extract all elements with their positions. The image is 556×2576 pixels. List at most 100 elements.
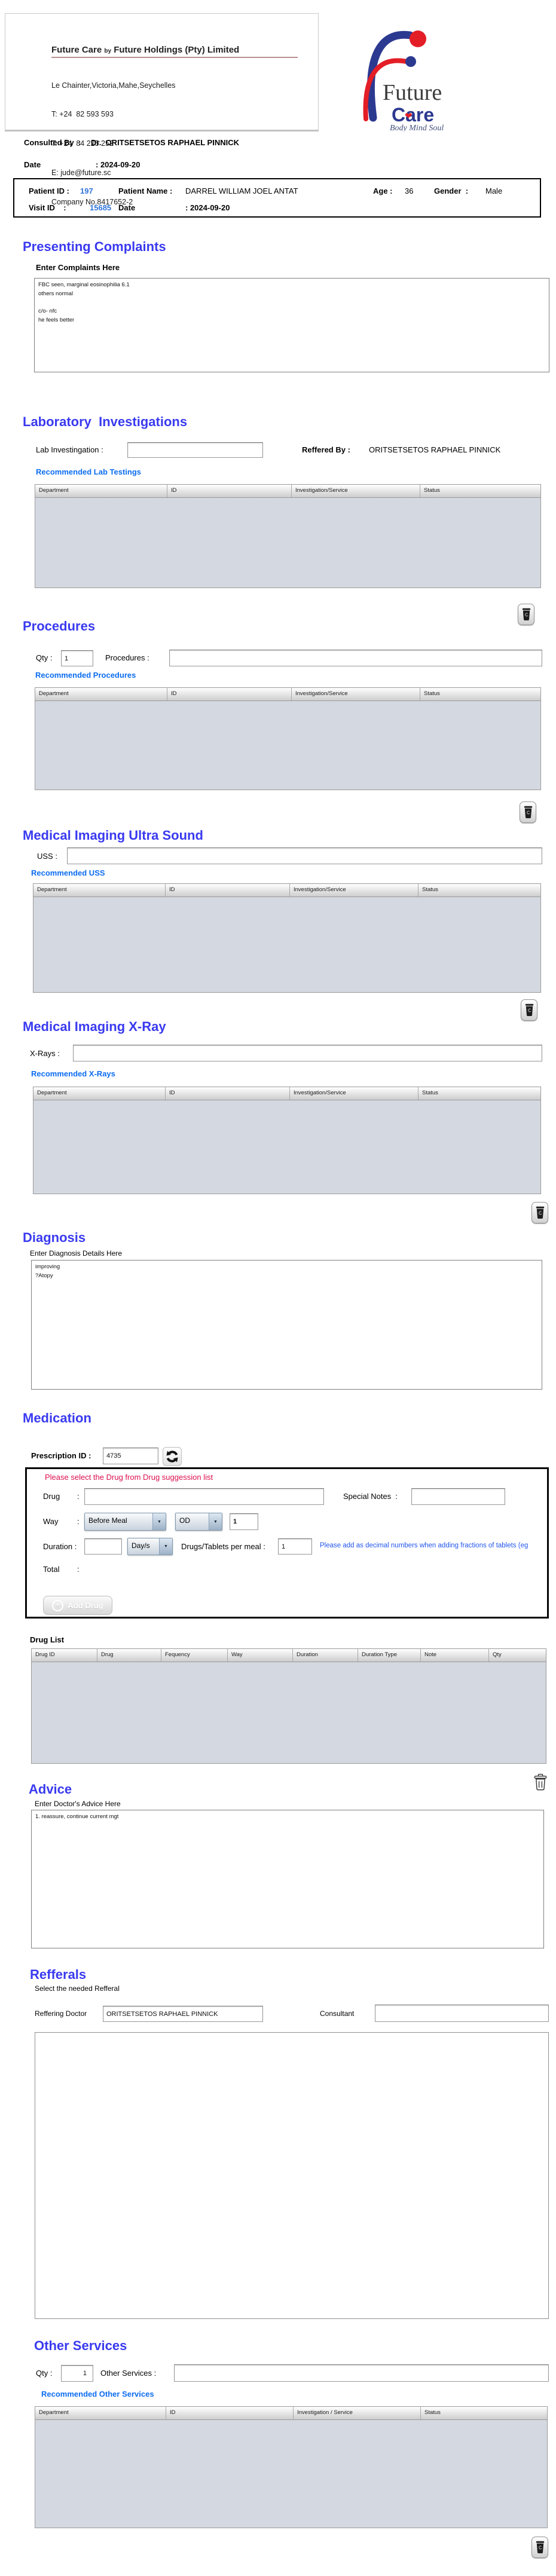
recommended-procedures-link[interactable]: Recommended Procedures	[35, 671, 136, 680]
uss-delete-button[interactable]	[521, 999, 537, 1021]
per-meal-label: Drugs/Tablets per meal :	[181, 1542, 265, 1551]
total-colon: :	[77, 1565, 80, 1574]
age-label: Age :	[373, 186, 393, 195]
proc-col-id: ID	[167, 688, 292, 700]
other-qty-input[interactable]	[61, 2365, 93, 2382]
visit-date-value: : 2024-09-20	[185, 203, 230, 212]
uss-label: USS :	[37, 852, 57, 861]
proc-col-department: Department	[35, 688, 167, 700]
recommended-lab-testings-link[interactable]: Recommended Lab Testings	[36, 467, 141, 476]
referring-doctor-label: Reffering Doctor	[35, 2009, 87, 2018]
way-label: Way	[43, 1517, 59, 1526]
trash-icon	[524, 806, 532, 818]
xray-col-id: ID	[166, 1087, 290, 1100]
recommended-other-services-link[interactable]: Recommended Other Services	[41, 2390, 154, 2398]
advice-delete-button[interactable]	[531, 1772, 550, 1793]
uss-table: Department ID Investigation/Service Stat…	[33, 883, 541, 993]
logo-graphic: Future Care ❤ Body Mind Soul	[363, 30, 444, 133]
procedures-input[interactable]	[169, 650, 542, 666]
lab-col-status: Status	[424, 487, 440, 494]
procedures-delete-button[interactable]	[520, 801, 536, 823]
drug-colon: :	[77, 1492, 80, 1501]
advice-textarea[interactable]: 1. reassure, continue current mgt	[31, 1810, 544, 1948]
consultation-page: { "letterhead": { "title_part1": "Future…	[0, 0, 556, 2576]
referred-by-value: ORITSETSETOS RAPHAEL PINNICK	[369, 445, 501, 454]
meal-timing-select[interactable]: Before Meal ▼	[84, 1513, 166, 1531]
prescription-id-input[interactable]	[103, 1448, 158, 1464]
drug-list-label: Drug List	[30, 1635, 65, 1644]
advice-label: Enter Doctor's Advice Here	[35, 1800, 121, 1808]
xray-delete-button[interactable]	[531, 1202, 548, 1223]
uss-col-id: ID	[166, 884, 290, 897]
special-notes-input[interactable]	[411, 1488, 505, 1505]
procedures-qty-input[interactable]	[61, 650, 93, 666]
drug-label: Drug	[43, 1492, 60, 1501]
complaints-textarea[interactable]: FBC seen, marginal eosinophilia 6.1 othe…	[34, 278, 549, 372]
visit-id-label: Visit ID :	[29, 203, 66, 212]
referring-doctor-input[interactable]	[103, 2006, 263, 2022]
uss-input[interactable]	[67, 848, 542, 864]
add-drug-button[interactable]: + Add Drug	[43, 1596, 112, 1615]
trash-outline-icon	[534, 1773, 547, 1791]
frequency-select[interactable]: OD ▼	[175, 1513, 222, 1531]
referrals-title: Refferals	[30, 1967, 87, 1982]
way-colon: :	[77, 1517, 80, 1526]
company-title-part1: Future Care	[51, 45, 102, 55]
xray-input[interactable]	[73, 1045, 542, 1061]
ultrasound-title: Medical Imaging Ultra Sound	[23, 828, 203, 843]
other-qty-label: Qty :	[36, 2369, 53, 2378]
per-meal-input[interactable]	[278, 1538, 312, 1555]
drug-suggestion-warning: Please select the Drug from Drug suggess…	[45, 1473, 213, 1482]
drug-list-table-header: Drug ID Drug Fequency Way Duration Durat…	[32, 1649, 546, 1662]
duration-unit-select[interactable]: Day/s ▼	[127, 1538, 173, 1555]
other-services-input[interactable]	[174, 2364, 549, 2382]
other-col-id: ID	[166, 2407, 294, 2419]
medication-entry-box: Please select the Drug from Drug suggess…	[25, 1467, 549, 1619]
recommended-xrays-link[interactable]: Recommended X-Rays	[31, 1069, 115, 1078]
lab-table: Department ID Investigation/Service Stat…	[35, 484, 541, 588]
other-services-delete-button[interactable]	[531, 2537, 548, 2558]
other-services-table: Department ID Investigation / Service St…	[35, 2406, 548, 2528]
chevron-down-icon: ▼	[159, 1538, 172, 1555]
lab-delete-button[interactable]	[518, 604, 534, 625]
referrals-list-box[interactable]	[35, 2032, 549, 2319]
xray-label: X-Rays :	[30, 1049, 60, 1058]
special-notes-label: Special Notes :	[343, 1492, 398, 1501]
company-title: Future Care by Future Holdings (Pty) Lim…	[51, 45, 239, 55]
complaints-label: Enter Complaints Here	[36, 263, 120, 272]
company-title-part2: Future Holdings (Pty) Limited	[114, 45, 240, 55]
gender-label: Gender :	[434, 186, 469, 195]
other-services-table-header: Department ID Investigation / Service St…	[35, 2407, 547, 2420]
company-phone-1: T: +24 82 593 593	[51, 110, 114, 119]
xray-col-department: Department	[33, 1087, 166, 1100]
diagnosis-textarea[interactable]: improving ?Atopy	[31, 1260, 542, 1390]
proc-col-status: Status	[424, 690, 440, 697]
prescription-refresh-button[interactable]	[163, 1447, 182, 1466]
logo-red-dot	[410, 30, 426, 47]
recommended-uss-link[interactable]: Recommended USS	[31, 868, 105, 877]
uss-table-header: Department ID Investigation/Service Stat…	[33, 884, 540, 897]
diagnosis-title: Diagnosis	[23, 1230, 86, 1245]
frequency-value: OD	[179, 1516, 190, 1525]
gender-value: Male	[485, 186, 503, 195]
procedures-table: Department ID Investigation/Service Stat…	[35, 687, 541, 790]
drug-input[interactable]	[84, 1488, 324, 1505]
duration-input[interactable]	[84, 1538, 122, 1555]
trash-icon	[536, 1206, 544, 1219]
consultant-input[interactable]	[375, 2005, 549, 2022]
consultant-label: Consultant	[320, 2009, 355, 2018]
other-col-status: Status	[424, 2409, 441, 2416]
consulted-by-label: Consulted By :	[24, 138, 81, 147]
lab-investigation-input[interactable]	[127, 442, 263, 458]
referrals-subtitle: Select the needed Refferal	[35, 1984, 120, 1993]
lab-investigation-label: Lab Investingation :	[36, 445, 103, 454]
procedures-title: Procedures	[23, 619, 96, 634]
company-title-by: by	[104, 48, 112, 54]
consult-date-value: : 2024-09-20	[96, 160, 140, 169]
visit-date-label: Date	[118, 203, 136, 212]
frequency-qty-input[interactable]	[230, 1513, 258, 1530]
advice-title: Advice	[29, 1782, 72, 1797]
patient-name-label: Patient Name :	[118, 186, 173, 195]
logo-heart-icon: ❤	[405, 111, 413, 121]
duration-unit-value: Day/s	[132, 1541, 150, 1550]
